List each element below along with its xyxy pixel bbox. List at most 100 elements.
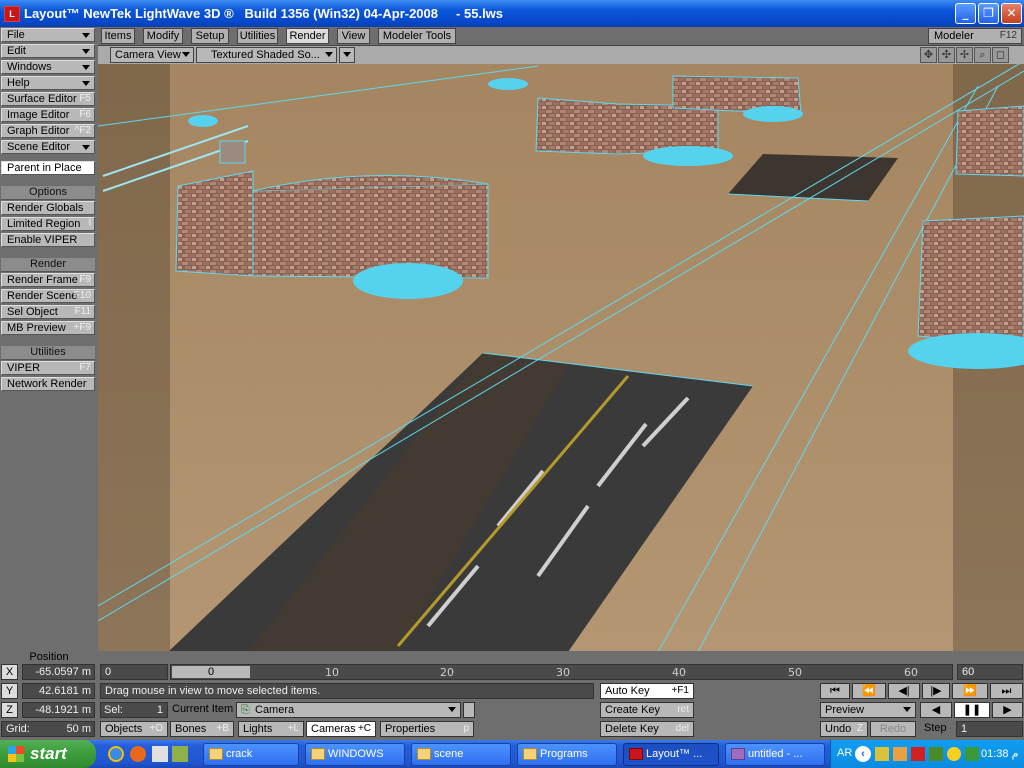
end-frame-field[interactable]: 60 — [957, 664, 1023, 680]
tray-icon[interactable] — [893, 747, 907, 761]
viewport-options-menu[interactable] — [339, 47, 355, 63]
timeline-handle[interactable]: 0 — [172, 666, 250, 678]
mb-preview-button[interactable]: MB Preview +F9 — [1, 321, 95, 335]
maximize-button[interactable]: ❐ — [978, 3, 999, 24]
tab-setup[interactable]: Setup — [191, 28, 229, 44]
close-button[interactable]: ✕ — [1001, 3, 1022, 24]
render-globals-button[interactable]: Render Globals — [1, 201, 95, 215]
network-render-button[interactable]: Network Render — [1, 377, 95, 391]
surface-editor-label: Surface Editor — [7, 93, 77, 105]
quick-launch-icon[interactable] — [152, 746, 168, 762]
tick-label: 60 — [904, 666, 918, 679]
first-frame-icon[interactable]: ⏮ — [820, 683, 850, 699]
current-item-select[interactable]: ⎘ Camera — [236, 702, 461, 718]
render-frame-button[interactable]: Render Frame F9 — [1, 273, 95, 287]
taskbar: start crack WINDOWS scene Programs Layou… — [0, 740, 1024, 768]
enable-viper-button[interactable]: Enable VIPER — [1, 233, 95, 247]
parent-in-place-toggle[interactable]: Parent in Place — [1, 161, 95, 175]
rotate-view-icon[interactable]: ✣ — [938, 47, 955, 63]
firefox-icon[interactable] — [130, 746, 146, 762]
image-editor-button[interactable]: Image Editor F6 — [1, 108, 95, 122]
undo-button[interactable]: Undo Z — [820, 721, 868, 737]
minimize-button[interactable]: _ — [955, 3, 976, 24]
messenger-icon[interactable] — [947, 747, 961, 761]
z-axis-toggle[interactable]: Z — [1, 702, 18, 718]
tab-render[interactable]: Render — [286, 28, 329, 44]
step-field[interactable]: 1 — [956, 721, 1023, 737]
create-key-button[interactable]: Create Key ret — [600, 702, 694, 718]
objects-button[interactable]: Objects +O — [100, 721, 168, 737]
task-scene[interactable]: scene — [411, 743, 511, 766]
tab-utilities[interactable]: Utilities — [237, 28, 278, 44]
view-type-select[interactable]: Camera View — [110, 47, 194, 63]
tab-items[interactable]: Items — [101, 28, 135, 44]
play-icon[interactable]: ▶ — [992, 702, 1023, 718]
network-icon[interactable] — [965, 747, 979, 761]
next-key-icon[interactable]: ⏩ — [952, 683, 988, 699]
tab-view[interactable]: View — [337, 28, 370, 44]
auto-key-toggle[interactable]: Auto Key +F1 — [600, 683, 694, 699]
folder-icon — [311, 748, 325, 760]
shortcut-label: F7 — [79, 362, 91, 373]
start-button[interactable]: start — [0, 740, 96, 768]
sel-value: 1 — [156, 704, 163, 716]
dropdown-arrow-icon — [343, 52, 351, 57]
show-hidden-icons-icon[interactable]: ‹ — [855, 746, 871, 762]
graph-editor-button[interactable]: Graph Editor ^F2 — [1, 124, 95, 138]
quick-launch-icon[interactable] — [172, 746, 188, 762]
antivirus-icon[interactable] — [911, 747, 925, 761]
timeline-slider[interactable]: 0 10 20 30 40 50 60 — [170, 664, 953, 680]
render-scene-button[interactable]: Render Scene F10 — [1, 289, 95, 303]
delete-key-button[interactable]: Delete Key del — [600, 721, 694, 737]
tab-modeler-tools[interactable]: Modeler Tools — [378, 28, 456, 44]
rotate-3d-icon[interactable]: ✢ — [956, 47, 973, 63]
bones-button[interactable]: Bones +B — [170, 721, 234, 737]
tray-icon[interactable] — [875, 747, 889, 761]
prev-key-icon[interactable]: ⏪ — [852, 683, 886, 699]
start-frame-field[interactable]: 0 — [100, 664, 168, 680]
camera-viewport[interactable]: Camera View Textured Shaded So... ✥ ✣ ✢ … — [98, 45, 1024, 651]
pause-icon[interactable]: ❚❚ — [954, 702, 990, 718]
task-crack[interactable]: crack — [203, 743, 299, 766]
task-layout[interactable]: Layout™ ... — [623, 743, 719, 766]
move-view-icon[interactable]: ✥ — [920, 47, 937, 63]
preview-menu[interactable]: Preview — [820, 702, 916, 718]
task-untitled[interactable]: untitled - ... — [725, 743, 825, 766]
scene-editor-button[interactable]: Scene Editor — [1, 140, 95, 154]
file-menu[interactable]: File — [1, 28, 95, 42]
next-frame-icon[interactable]: |▶ — [922, 683, 950, 699]
x-position-field[interactable]: -65.0597 m — [22, 664, 95, 680]
modeler-button[interactable]: Modeler F12 — [928, 28, 1022, 44]
viper-button[interactable]: VIPER F7 — [1, 361, 95, 375]
task-windows[interactable]: WINDOWS — [305, 743, 405, 766]
grid-size-field[interactable]: Grid: 50 m — [1, 721, 95, 737]
modeler-label: Modeler — [934, 30, 974, 42]
limited-region-button[interactable]: Limited Region l — [1, 217, 95, 231]
y-axis-toggle[interactable]: Y — [1, 683, 18, 699]
language-indicator[interactable]: AR — [837, 747, 852, 759]
render-style-select[interactable]: Textured Shaded So... — [196, 47, 337, 63]
sel-object-button[interactable]: Sel Object F11 — [1, 305, 95, 319]
shortcut-label: +B — [216, 723, 229, 734]
last-frame-icon[interactable]: ⏭ — [990, 683, 1023, 699]
z-position-field[interactable]: -48.1921 m — [22, 702, 95, 718]
play-reverse-icon[interactable]: ◀ — [920, 702, 952, 718]
edit-menu[interactable]: Edit — [1, 44, 95, 58]
surface-editor-button[interactable]: Surface Editor F5 — [1, 92, 95, 106]
properties-button[interactable]: Properties p — [380, 721, 474, 737]
item-picker-button[interactable] — [463, 702, 475, 718]
ie-icon[interactable] — [108, 746, 124, 762]
task-programs[interactable]: Programs — [517, 743, 617, 766]
cameras-button[interactable]: Cameras +C — [306, 721, 376, 737]
tray-icon[interactable] — [929, 747, 943, 761]
windows-menu[interactable]: Windows — [1, 60, 95, 74]
maximize-view-icon[interactable]: ◻ — [992, 47, 1009, 63]
y-position-field[interactable]: 42.6181 m — [22, 683, 95, 699]
lights-button[interactable]: Lights +L — [238, 721, 304, 737]
redo-button[interactable]: Redo — [870, 721, 916, 737]
zoom-view-icon[interactable]: ⌕ — [974, 47, 991, 63]
tab-modify[interactable]: Modify — [143, 28, 183, 44]
prev-frame-icon[interactable]: ◀| — [888, 683, 920, 699]
x-axis-toggle[interactable]: X — [1, 664, 18, 680]
help-menu[interactable]: Help — [1, 76, 95, 90]
